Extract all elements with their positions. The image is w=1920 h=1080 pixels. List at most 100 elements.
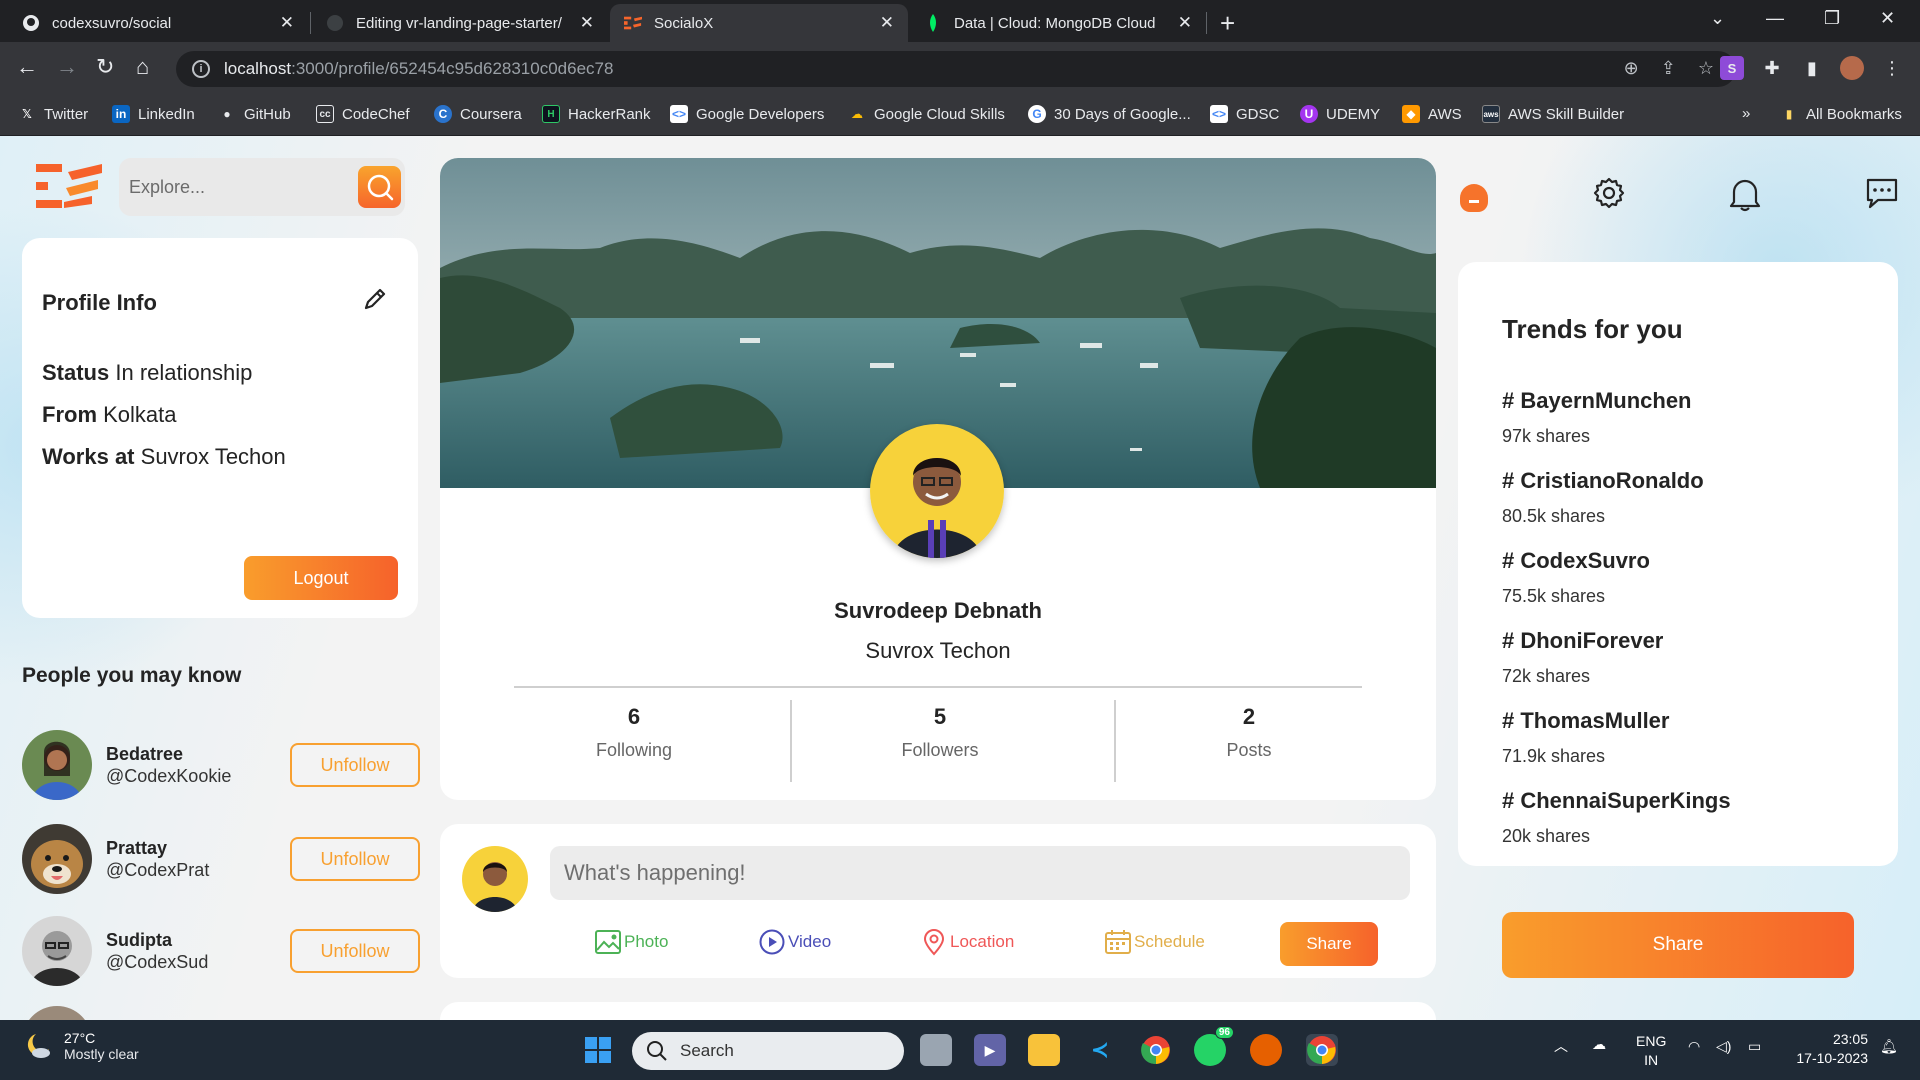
- close-icon[interactable]: ✕: [880, 13, 894, 33]
- tab-socialox[interactable]: SocialoX ✕: [610, 4, 908, 42]
- back-icon[interactable]: ←: [16, 54, 38, 80]
- bell-icon[interactable]: [1728, 176, 1762, 212]
- clock[interactable]: 23:05 17-10-2023: [1796, 1030, 1868, 1068]
- teams-meet-icon[interactable]: ▶: [974, 1034, 1006, 1066]
- whatsapp-icon[interactable]: 96: [1194, 1026, 1234, 1066]
- firefox-icon[interactable]: [1250, 1034, 1282, 1066]
- tab-github-social[interactable]: codexsuvro/social ✕: [8, 4, 308, 42]
- share-page-icon[interactable]: ⇪: [1661, 58, 1676, 79]
- bookmark-github[interactable]: ● GitHub: [218, 105, 290, 123]
- task-view-icon[interactable]: [920, 1034, 952, 1066]
- bookmark-linkedin[interactable]: in LinkedIn: [112, 105, 195, 123]
- minimize-icon[interactable]: —: [1766, 8, 1784, 29]
- tab-mongodb[interactable]: Data | Cloud: MongoDB Cloud ✕: [910, 4, 1206, 42]
- tab-title: codexsuvro/social: [52, 14, 172, 32]
- search-button[interactable]: [358, 166, 401, 208]
- chrome-active-icon[interactable]: [1306, 1034, 1338, 1066]
- zoom-icon[interactable]: ⊕: [1624, 58, 1639, 79]
- new-tab-icon[interactable]: +: [1220, 8, 1235, 39]
- wifi-icon[interactable]: ◠: [1688, 1038, 1700, 1055]
- taskbar-search[interactable]: Search: [632, 1032, 904, 1070]
- bookmark-twitter[interactable]: 𝕏 Twitter: [18, 105, 88, 123]
- share-post-button[interactable]: Share: [1280, 922, 1378, 966]
- stat-followers[interactable]: 5 Followers: [830, 704, 1050, 761]
- stat-posts[interactable]: 2 Posts: [1139, 704, 1359, 761]
- bookmark-star-icon[interactable]: ☆: [1698, 58, 1714, 79]
- avatar[interactable]: [462, 846, 528, 912]
- trend-item[interactable]: # BayernMunchen 97k shares: [1502, 388, 1692, 447]
- post-input[interactable]: [550, 846, 1410, 900]
- trend-item[interactable]: # ThomasMuller 71.9k shares: [1502, 708, 1669, 767]
- extension-s-icon[interactable]: S: [1720, 56, 1744, 80]
- tab-editing-vr[interactable]: Editing vr-landing-page-starter/ ✕: [312, 4, 608, 42]
- bookmark-codechef[interactable]: cc CodeChef: [316, 105, 410, 123]
- stat-following[interactable]: 6 Following: [524, 704, 744, 761]
- close-icon[interactable]: ✕: [280, 13, 294, 33]
- weather-widget[interactable]: 27°C Mostly clear: [22, 1030, 139, 1062]
- restore-icon[interactable]: ❐: [1824, 8, 1840, 29]
- trend-item[interactable]: # CodexSuvro 75.5k shares: [1502, 548, 1650, 607]
- home-icon[interactable]: [1456, 176, 1492, 212]
- avatar[interactable]: [22, 730, 92, 800]
- edit-pencil-icon[interactable]: [362, 286, 388, 312]
- video-option[interactable]: Video: [758, 928, 831, 956]
- bookmark-udemy[interactable]: U UDEMY: [1300, 105, 1380, 123]
- home-icon[interactable]: ⌂: [136, 54, 149, 80]
- bookmark-aws-skill-builder[interactable]: aws AWS Skill Builder: [1482, 105, 1624, 123]
- avatar[interactable]: [22, 824, 92, 894]
- tab-search-chevron-icon[interactable]: ⌄: [1710, 8, 1725, 29]
- vscode-icon[interactable]: ≺: [1084, 1034, 1116, 1066]
- bookmark-google-cloud[interactable]: ☁ Google Cloud Skills: [848, 105, 1005, 123]
- all-bookmarks-button[interactable]: ▮ All Bookmarks: [1780, 105, 1902, 123]
- trend-item[interactable]: # DhoniForever 72k shares: [1502, 628, 1663, 687]
- close-window-icon[interactable]: ✕: [1880, 8, 1895, 29]
- forward-icon[interactable]: →: [56, 54, 78, 80]
- kebab-menu-icon[interactable]: ⋮: [1880, 56, 1904, 80]
- side-panel-icon[interactable]: ▮: [1800, 56, 1824, 80]
- photo-option[interactable]: Photo: [594, 928, 668, 956]
- bookmark-30-days-google[interactable]: G 30 Days of Google...: [1028, 105, 1191, 123]
- url-bar[interactable]: i localhost:3000/profile/652454c95d62831…: [176, 51, 1736, 87]
- close-icon[interactable]: ✕: [1178, 13, 1192, 33]
- bookmark-gdsc[interactable]: <> GDSC: [1210, 105, 1279, 123]
- chat-icon[interactable]: [1864, 176, 1900, 212]
- show-hidden-icons-icon[interactable]: ︿: [1554, 1036, 1568, 1056]
- unfollow-button[interactable]: Unfollow: [290, 837, 420, 881]
- trends-title: Trends for you: [1502, 314, 1683, 344]
- bookmark-hackerrank[interactable]: H HackerRank: [542, 105, 651, 123]
- bookmark-coursera[interactable]: C Coursera: [434, 105, 522, 123]
- gear-icon[interactable]: [1592, 176, 1626, 210]
- schedule-option[interactable]: Schedule: [1104, 928, 1205, 956]
- unfollow-button[interactable]: Unfollow: [290, 743, 420, 787]
- notification-bell-icon[interactable]: 🔔︎: [1880, 1038, 1898, 1055]
- unfollow-button[interactable]: Unfollow: [290, 929, 420, 973]
- site-info-icon[interactable]: i: [192, 60, 210, 78]
- reload-icon[interactable]: ↻: [96, 54, 114, 80]
- avatar[interactable]: [22, 916, 92, 986]
- chrome-icon[interactable]: [1140, 1034, 1172, 1066]
- tab-title: Data | Cloud: MongoDB Cloud: [954, 14, 1156, 32]
- onedrive-cloud-icon[interactable]: ☁: [1592, 1036, 1606, 1053]
- trend-item[interactable]: # CristianoRonaldo 80.5k shares: [1502, 468, 1704, 527]
- avatar[interactable]: [22, 1006, 92, 1020]
- explore-search: [119, 158, 405, 216]
- windows-start-icon[interactable]: [582, 1034, 614, 1066]
- bookmark-google-developers[interactable]: <> Google Developers: [670, 105, 824, 123]
- input-language[interactable]: ENG IN: [1636, 1032, 1666, 1070]
- socialox-logo-icon[interactable]: [36, 164, 102, 208]
- share-button[interactable]: Share: [1502, 912, 1854, 978]
- profile-avatar-icon[interactable]: [1840, 56, 1864, 80]
- logout-button[interactable]: Logout: [244, 556, 398, 600]
- extensions-puzzle-icon[interactable]: ✚: [1760, 56, 1784, 80]
- volume-icon[interactable]: ◁): [1716, 1038, 1731, 1055]
- battery-icon[interactable]: ▭: [1748, 1038, 1761, 1055]
- explore-search-input[interactable]: [129, 171, 349, 203]
- divider: [514, 686, 1362, 688]
- location-option[interactable]: Location: [920, 928, 1014, 956]
- profile-avatar[interactable]: [870, 424, 1004, 558]
- more-bookmarks-button[interactable]: »: [1742, 105, 1750, 122]
- close-icon[interactable]: ✕: [580, 13, 594, 33]
- trend-item[interactable]: # ChennaiSuperKings 20k shares: [1502, 788, 1731, 847]
- bookmark-aws[interactable]: ◆ AWS: [1402, 105, 1462, 123]
- file-explorer-icon[interactable]: [1028, 1034, 1060, 1066]
